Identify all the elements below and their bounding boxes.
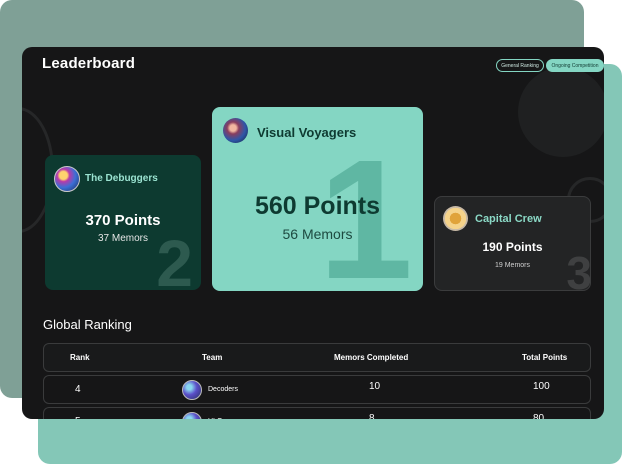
team-name: The Debuggers <box>85 173 158 184</box>
row-rank: 4 <box>75 384 81 395</box>
page-title: Leaderboard <box>42 55 136 72</box>
column-header-memors-completed[interactable]: Memors Completed <box>334 344 408 371</box>
row-rank: 5 <box>75 408 81 419</box>
leaderboard-window: Leaderboard General Ranking Ongoing Comp… <box>22 47 604 419</box>
team-avatar <box>443 206 468 231</box>
team-avatar <box>182 412 202 419</box>
team-memos: 56 Memors <box>282 226 353 242</box>
team-avatar <box>54 166 80 192</box>
table-header: Rank Team Memors Completed Total Points <box>43 343 591 372</box>
row-team-name: Decoders <box>208 386 238 393</box>
row-memors-completed: 10 <box>369 381 381 392</box>
table-row[interactable]: 5 UI Gurus 8 80 <box>43 407 591 419</box>
podium-card-second[interactable]: 2 The Debuggers 370 Points 37 Memors <box>45 155 201 290</box>
team-avatar <box>182 380 202 400</box>
team-points: 190 Points <box>482 240 543 254</box>
ongoing-competition-toggle[interactable]: Ongoing Competition <box>546 59 604 72</box>
column-header-total-points[interactable]: Total Points <box>522 344 567 371</box>
row-total-points: 100 <box>533 381 550 392</box>
row-team-name: UI Gurus <box>208 408 236 419</box>
decorative-blob <box>518 67 604 157</box>
team-name: Capital Crew <box>475 213 542 225</box>
row-total-points: 80 <box>533 413 545 419</box>
team-memos: 37 Memors <box>97 233 148 244</box>
rank-number: 3 <box>566 247 591 291</box>
column-header-rank[interactable]: Rank <box>70 344 90 371</box>
team-points: 560 Points <box>254 192 381 220</box>
row-memors-completed: 8 <box>369 413 375 419</box>
podium-card-third[interactable]: 3 Capital Crew 190 Points 19 Memors <box>434 196 591 291</box>
general-ranking-toggle[interactable]: General Ranking <box>496 59 544 72</box>
team-avatar <box>223 118 248 143</box>
column-header-team[interactable]: Team <box>202 344 222 371</box>
team-points: 370 Points <box>85 212 161 229</box>
section-title-global-ranking: Global Ranking <box>43 317 132 332</box>
table-row[interactable]: 4 Decoders 10 100 <box>43 375 591 404</box>
team-memos: 19 Memors <box>494 262 530 269</box>
podium-card-first[interactable]: 1 Visual Voyagers 560 Points 56 Memors <box>212 107 423 291</box>
team-name: Visual Voyagers <box>257 125 357 140</box>
ranking-table: Rank Team Memors Completed Total Points … <box>43 343 591 419</box>
